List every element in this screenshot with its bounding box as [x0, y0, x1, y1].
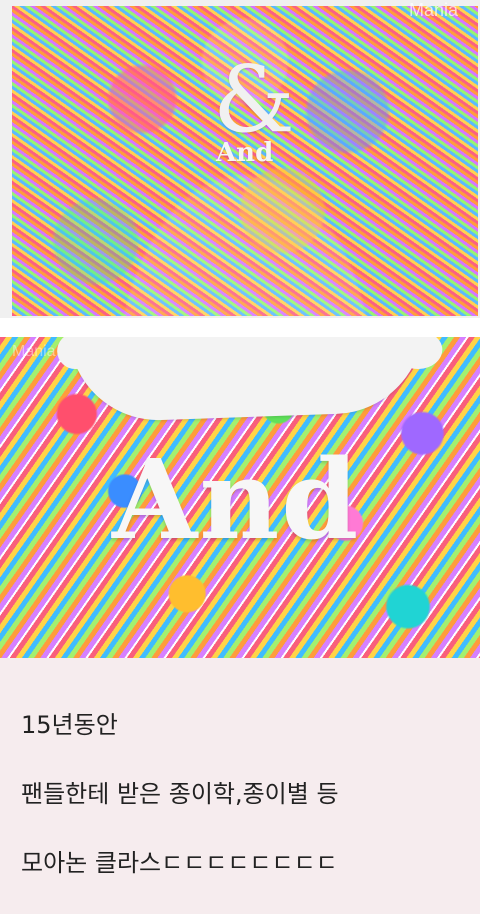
caption-block: 15년동안 팬들한테 받은 종이학,종이별 등 모아논 클라스ㄷㄷㄷㄷㄷㄷㄷㄷ [21, 674, 461, 914]
caption-line-1: 15년동안 [21, 711, 118, 740]
top-photo: Mania & And [0, 0, 480, 318]
caption-line-2: 팬들한테 받은 종이학,종이별 등 [21, 779, 339, 808]
white-swoosh-shape [68, 337, 427, 424]
top-watermark: Mania [408, 0, 458, 20]
top-sign-text: And [216, 138, 274, 168]
photo-divider [0, 318, 480, 337]
bottom-watermark: Mania [12, 343, 56, 360]
bottom-sign-text: And [112, 435, 361, 564]
caption-line-3: 모아논 클라스ㄷㄷㄷㄷㄷㄷㄷㄷ [21, 848, 338, 877]
top-ampersand: & [213, 46, 295, 153]
bottom-photo: Mania And [0, 337, 480, 658]
